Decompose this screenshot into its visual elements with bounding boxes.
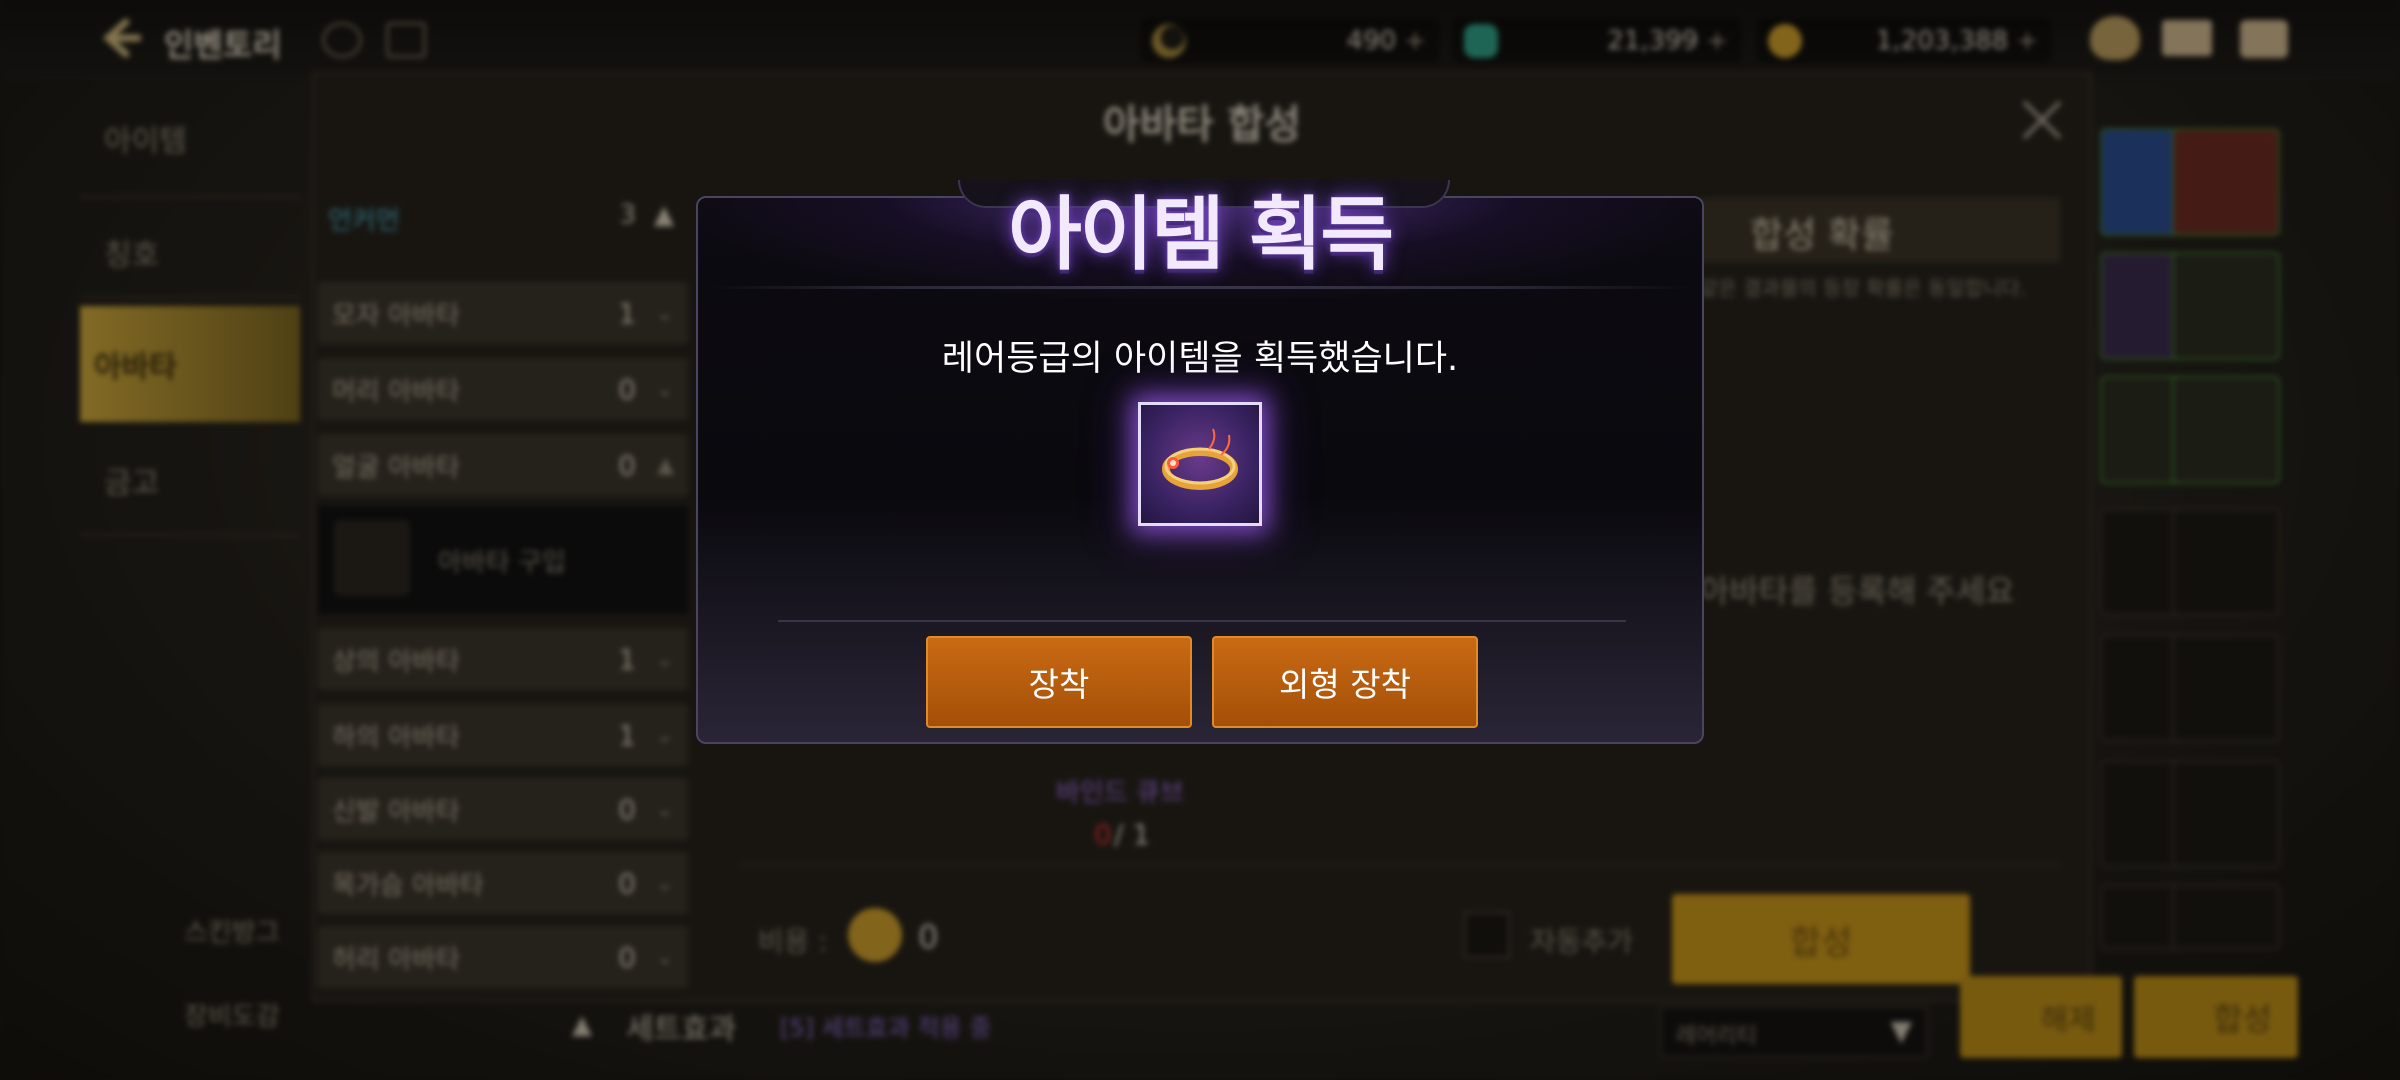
title-divider — [710, 286, 1690, 289]
dialog-divider — [778, 620, 1626, 622]
item-acquired-dialog: 아이템 획득 레어등급의 아이템을 획득했습니다. 장착 외형 장착 — [696, 180, 1704, 744]
dialog-message: 레어등급의 아이템을 획득했습니다. — [941, 339, 1459, 379]
dialog-title: 아이템 획득 — [1008, 188, 1394, 281]
acquired-item-slot[interactable] — [1138, 402, 1262, 526]
equip-button[interactable]: 장착 — [926, 636, 1192, 728]
ring-icon — [1151, 419, 1249, 509]
appearance-equip-button[interactable]: 외형 장착 — [1212, 636, 1478, 728]
